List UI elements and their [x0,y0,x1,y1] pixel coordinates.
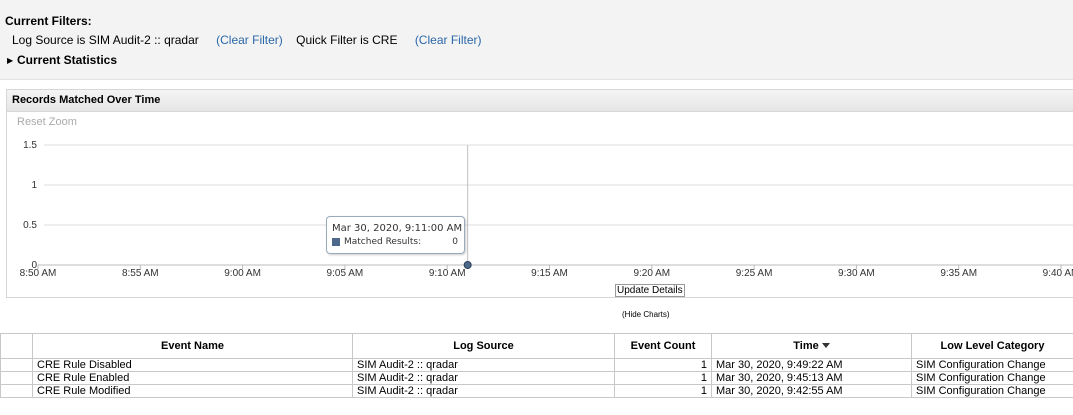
table-row[interactable]: CRE Rule Modified SIM Audit-2 :: qradar … [0,384,1073,398]
log-source-cell: SIM Audit-2 :: qradar [352,371,615,385]
data-point [463,261,472,269]
filter-log-source: Log Source is SIM Audit-2 :: qradar [12,33,199,47]
current-filters-panel: Current Filters: Log Source is SIM Audit… [0,0,1073,80]
x-tick-label: 8:50 AM [20,268,57,279]
current-statistics-toggle[interactable]: ▶ Current Statistics [7,53,117,67]
event-count-cell: 1 [614,371,712,385]
sort-descending-icon [821,343,830,348]
expand-triangle-icon: ▶ [7,56,14,65]
records-chart[interactable]: 0 0.5 1 1.5 8:50 AM 8:55 AM 9:00 AM 9:05 AM 9:10… [7,90,1073,297]
hide-charts-link[interactable]: (Hide Charts) [622,310,670,319]
category-cell: SIM Configuration Change [911,358,1073,372]
event-count-cell: 1 [614,358,712,372]
time-cell: Mar 30, 2020, 9:45:13 AM [711,371,912,385]
records-chart-panel: Records Matched Over Time Reset Zoom 0 0.… [6,89,1073,298]
column-header-time-label: Time [793,340,819,352]
column-header-log-source[interactable]: Log Source [352,333,615,359]
x-tick-label: 9:25 AM [736,268,773,279]
filter-row: Log Source is SIM Audit-2 :: qradar (Cle… [12,33,487,47]
tooltip-value: 0 [452,237,458,247]
time-cell: Mar 30, 2020, 9:42:55 AM [711,384,912,398]
clear-filter-quick-filter-link[interactable]: (Clear Filter) [415,33,482,47]
column-header-low-level-category[interactable]: Low Level Category [911,333,1073,359]
row-select-cell[interactable] [0,384,33,398]
y-tick-label: 0.5 [23,220,37,231]
event-name-cell: CRE Rule Disabled [32,358,353,372]
y-tick-label: 1.5 [23,140,37,151]
x-tick-label: 8:55 AM [122,268,159,279]
table-row[interactable]: CRE Rule Disabled SIM Audit-2 :: qradar … [0,358,1073,372]
column-header-event-count[interactable]: Event Count [614,333,712,359]
column-header-event-name[interactable]: Event Name [32,333,353,359]
tooltip-series-swatch [332,238,340,246]
table-row[interactable]: CRE Rule Enabled SIM Audit-2 :: qradar 1… [0,371,1073,385]
tooltip-series-label: Matched Results: [344,237,422,247]
events-table: Event Name Log Source Event Count Time L… [0,333,1073,398]
time-cell: Mar 30, 2020, 9:49:22 AM [711,358,912,372]
x-tick-label: 9:40 AM [1043,268,1073,279]
row-select-cell[interactable] [0,358,33,372]
clear-filter-log-source-link[interactable]: (Clear Filter) [216,33,283,47]
category-cell: SIM Configuration Change [911,371,1073,385]
x-tick-label: 9:35 AM [940,268,977,279]
x-tick-label: 9:10 AM [429,268,466,279]
x-tick-label: 9:20 AM [633,268,670,279]
x-tick-label: 9:30 AM [838,268,875,279]
event-name-cell: CRE Rule Modified [32,384,353,398]
filter-quick-filter: Quick Filter is CRE [296,33,398,47]
event-name-cell: CRE Rule Enabled [32,371,353,385]
column-header-time[interactable]: Time [711,333,912,359]
event-count-cell: 1 [614,384,712,398]
row-select-cell[interactable] [0,371,33,385]
tooltip-timestamp: Mar 30, 2020, 9:11:00 AM [332,223,463,234]
x-tick-label: 9:15 AM [531,268,568,279]
x-tick-label: 9:05 AM [327,268,364,279]
chart-tooltip: Mar 30, 2020, 9:11:00 AM Matched Results… [326,216,465,254]
column-header-select[interactable] [0,333,33,359]
log-source-cell: SIM Audit-2 :: qradar [352,358,615,372]
current-statistics-label: Current Statistics [17,53,118,67]
y-tick-label: 1 [31,180,37,191]
log-source-cell: SIM Audit-2 :: qradar [352,384,615,398]
category-cell: SIM Configuration Change [911,384,1073,398]
table-header-row: Event Name Log Source Event Count Time L… [0,333,1073,359]
update-details-button[interactable]: Update Details [615,284,685,297]
x-tick-label: 9:00 AM [224,268,261,279]
current-filters-title: Current Filters: [5,14,92,28]
